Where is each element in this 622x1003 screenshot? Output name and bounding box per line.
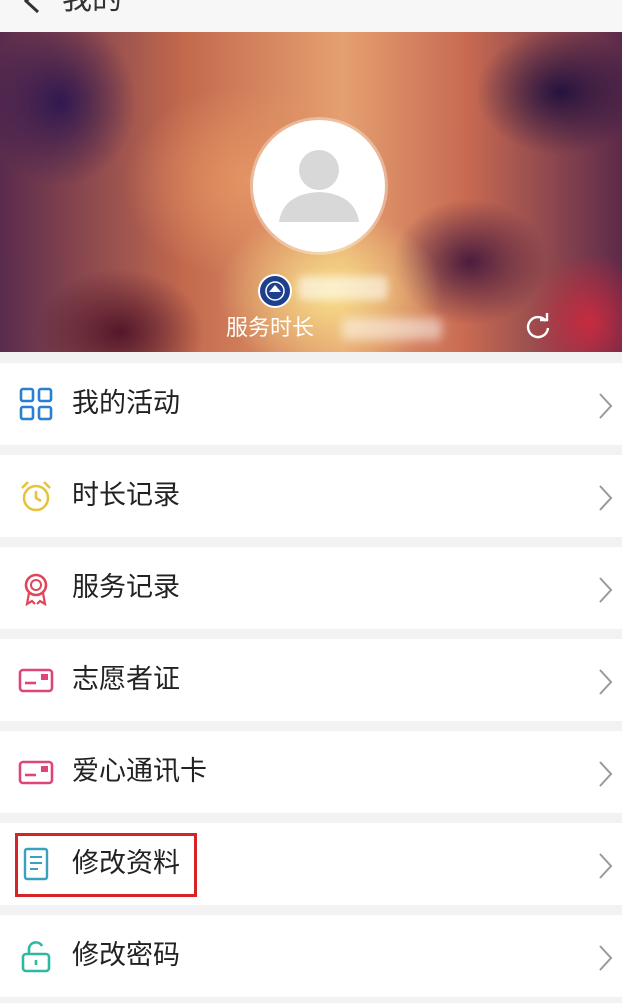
top-bar: 我的	[0, 0, 622, 32]
menu-item-my-activities[interactable]: 我的活动	[0, 363, 622, 445]
chevron-right-icon	[599, 393, 613, 419]
menu-item-label: 志愿者证	[72, 664, 180, 695]
medal-icon	[24, 573, 48, 606]
menu-item-love-communication-card[interactable]: 爱心通讯卡	[0, 731, 622, 813]
user-silhouette-icon	[279, 150, 359, 222]
avatar[interactable]	[253, 120, 385, 252]
chevron-right-icon	[599, 853, 613, 879]
chevron-right-icon	[599, 669, 613, 695]
menu-item-label: 爱心通讯卡	[72, 756, 207, 787]
highlight-annotation-box	[15, 833, 197, 897]
menu-item-label: 修改密码	[72, 940, 180, 971]
chevron-right-icon	[599, 485, 613, 511]
organization-badge-icon	[258, 274, 292, 308]
menu-item-label: 我的活动	[72, 388, 180, 419]
service-duration-label: 服务时长	[226, 316, 315, 341]
id-card-icon	[18, 668, 54, 693]
user-name-redacted	[298, 276, 388, 300]
chevron-right-icon	[599, 761, 613, 787]
service-duration-value-redacted	[342, 318, 442, 340]
menu-item-service-records[interactable]: 服务记录	[0, 547, 622, 629]
page-title: 我的	[62, 0, 122, 18]
menu-item-duration-records[interactable]: 时长记录	[0, 455, 622, 537]
chevron-right-icon	[599, 945, 613, 971]
chevron-right-icon	[599, 577, 613, 603]
refresh-icon[interactable]	[524, 312, 552, 340]
unlock-icon	[21, 941, 51, 973]
menu-item-change-password[interactable]: 修改密码	[0, 915, 622, 997]
chevron-left-icon[interactable]	[18, 0, 48, 16]
menu-item-volunteer-card[interactable]: 志愿者证	[0, 639, 622, 721]
menu-item-label: 时长记录	[72, 480, 180, 511]
menu-item-label: 服务记录	[72, 572, 180, 603]
alarm-clock-icon	[21, 481, 51, 512]
profile-banner: 服务时长	[0, 32, 622, 352]
card-icon	[18, 760, 54, 785]
grid-icon	[19, 387, 53, 421]
